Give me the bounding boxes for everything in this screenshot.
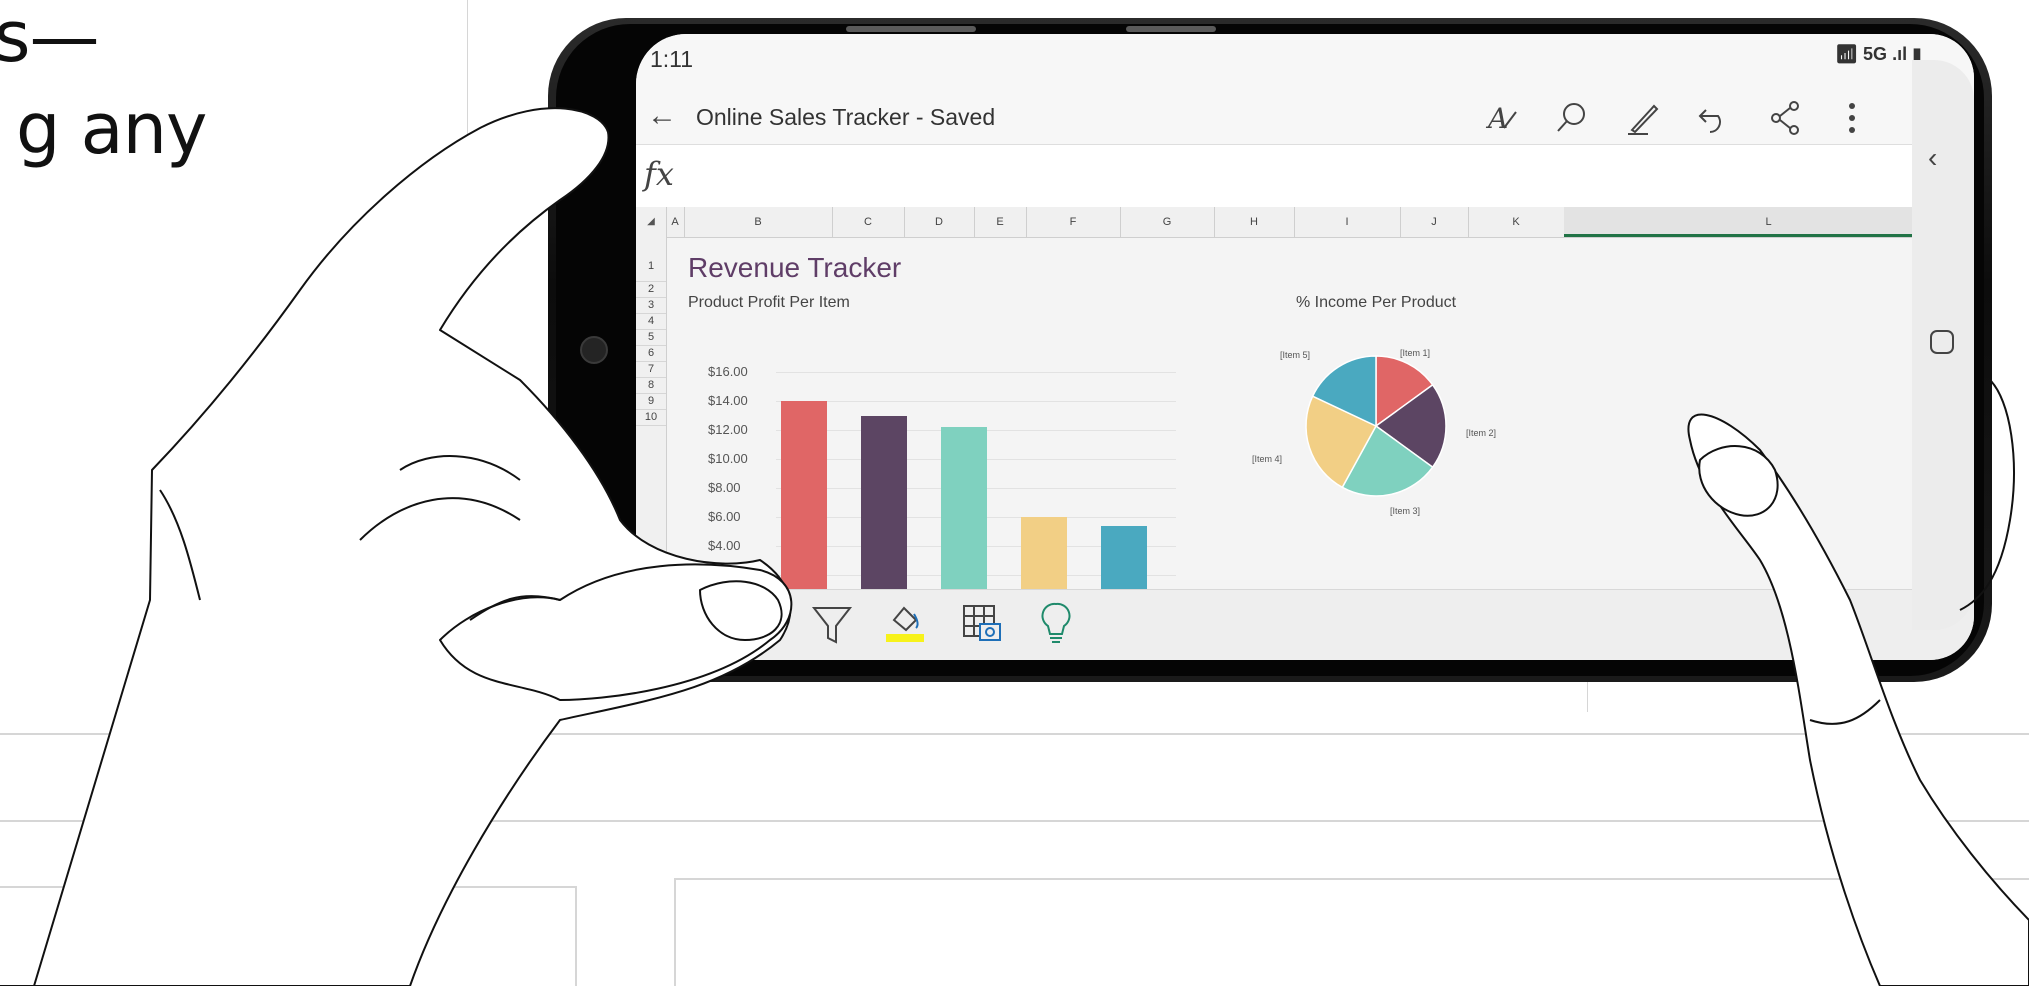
left-hand [0,107,792,986]
right-thumbnail [1698,445,1779,517]
hands-illustration [0,107,2029,986]
